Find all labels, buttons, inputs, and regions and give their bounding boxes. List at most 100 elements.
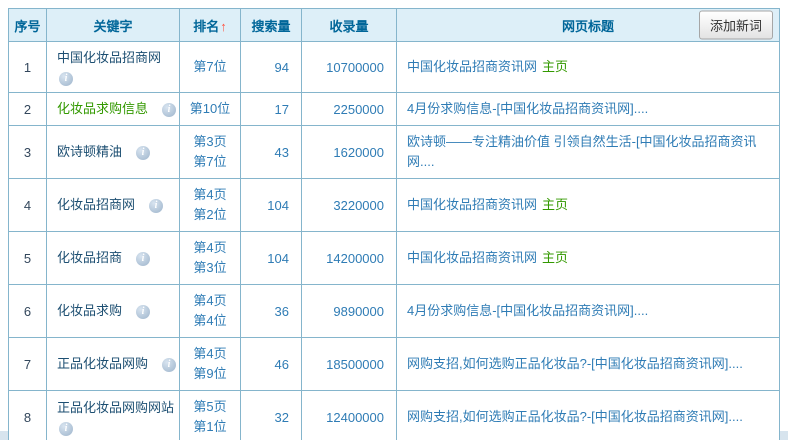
rank-cell: 第3页 第7位 (180, 126, 241, 179)
page-title-link[interactable]: 4月份求购信息-[中国化妆品招商资讯网].... (407, 303, 648, 318)
rank-line-1: 第4页 (180, 185, 240, 205)
sort-ascending-icon[interactable]: ↑ (220, 19, 227, 34)
indexed-count: 1620000 (302, 126, 397, 179)
row-number: 7 (9, 338, 47, 391)
page-title-link[interactable]: 4月份求购信息-[中国化妆品招商资讯网].... (407, 101, 648, 116)
add-keyword-button[interactable]: 添加新词 (699, 11, 773, 40)
row-number: 8 (9, 391, 47, 440)
rank-line-1: 第4页 (180, 344, 240, 364)
info-icon[interactable]: i (149, 199, 163, 213)
info-icon[interactable]: i (162, 103, 176, 117)
indexed-count: 9890000 (302, 285, 397, 338)
title-cell: 中国化妆品招商资讯网主页 (397, 42, 780, 93)
keyword-link[interactable]: 化妆品招商网 (57, 197, 135, 212)
header-col-rank-label: 排名 (193, 19, 219, 34)
search-volume: 32 (241, 391, 302, 440)
info-icon[interactable]: i (162, 358, 176, 372)
indexed-count: 14200000 (302, 232, 397, 285)
info-icon[interactable]: i (59, 422, 73, 436)
header-row: 序号 关键字 排名↑ 搜索量 收录量 网页标题 添加新词 (9, 9, 780, 42)
info-icon[interactable]: i (136, 305, 150, 319)
page-title-link[interactable]: 网购支招,如何选购正品化妆品?-[中国化妆品招商资讯网].... (407, 409, 743, 424)
rank-line-2: 第1位 (180, 417, 240, 437)
table-row: 8 正品化妆品网购网站 i 第5页 第1位 32 12400000 网购支招,如何… (9, 391, 780, 440)
keyword-rank-table: 序号 关键字 排名↑ 搜索量 收录量 网页标题 添加新词 1 中国化妆品招商网i… (8, 8, 780, 440)
keyword-link[interactable]: 化妆品招商 (57, 250, 122, 265)
header-col-keyword: 关键字 (47, 9, 180, 42)
indexed-count: 2250000 (302, 93, 397, 126)
page-title-link[interactable]: 中国化妆品招商资讯网 (407, 250, 537, 265)
title-cell: 4月份求购信息-[中国化妆品招商资讯网].... (397, 285, 780, 338)
keyword-cell: 化妆品求购 i (47, 285, 180, 338)
rank-line-2: 第3位 (180, 258, 240, 278)
table-row: 4 化妆品招商网i 第4页 第2位 104 3220000 中国化妆品招商资讯网… (9, 179, 780, 232)
row-number: 5 (9, 232, 47, 285)
title-cell: 网购支招,如何选购正品化妆品?-[中国化妆品招商资讯网].... (397, 338, 780, 391)
search-volume: 104 (241, 179, 302, 232)
indexed-count: 10700000 (302, 42, 397, 93)
rank-line-1: 第7位 (180, 57, 240, 77)
keyword-link[interactable]: 中国化妆品招商网 (57, 50, 161, 65)
search-volume: 17 (241, 93, 302, 126)
table-row: 7 正品化妆品网购i 第4页 第9位 46 18500000 网购支招,如何选购… (9, 338, 780, 391)
table-body: 1 中国化妆品招商网i 第7位 94 10700000 中国化妆品招商资讯网主页… (9, 42, 780, 440)
header-col-number: 序号 (9, 9, 47, 42)
title-cell: 网购支招,如何选购正品化妆品?-[中国化妆品招商资讯网].... (397, 391, 780, 440)
info-icon[interactable]: i (136, 146, 150, 160)
rank-line-1: 第3页 (180, 132, 240, 152)
search-volume: 43 (241, 126, 302, 179)
rank-line-1: 第4页 (180, 238, 240, 258)
search-volume: 36 (241, 285, 302, 338)
table-row: 6 化妆品求购i 第4页 第4位 36 9890000 4月份求购信息-[中国化… (9, 285, 780, 338)
row-number: 3 (9, 126, 47, 179)
title-cell: 中国化妆品招商资讯网主页 (397, 232, 780, 285)
table-row: 5 化妆品招商 i 第4页 第3位 104 14200000 中国化妆品招商资讯网… (9, 232, 780, 285)
search-volume: 94 (241, 42, 302, 93)
search-volume: 104 (241, 232, 302, 285)
rank-cell: 第10位 (180, 93, 241, 126)
title-cell: 4月份求购信息-[中国化妆品招商资讯网].... (397, 93, 780, 126)
homepage-link[interactable]: 主页 (542, 197, 568, 212)
info-icon[interactable]: i (59, 72, 73, 86)
rank-line-2: 第2位 (180, 205, 240, 225)
keyword-cell: 正品化妆品网购网站 i (47, 391, 180, 440)
keyword-cell: 化妆品招商 i (47, 232, 180, 285)
rank-cell: 第7位 (180, 42, 241, 93)
keyword-cell: 化妆品求购信息 i (47, 93, 180, 126)
keyword-link[interactable]: 化妆品求购 (57, 303, 122, 318)
row-number: 2 (9, 93, 47, 126)
rank-line-1: 第5页 (180, 397, 240, 417)
table-header: 序号 关键字 排名↑ 搜索量 收录量 网页标题 添加新词 (9, 9, 780, 42)
rank-cell: 第4页 第3位 (180, 232, 241, 285)
table-row: 2 化妆品求购信息 i 第10位 17 2250000 4月份求购信息-[中国化妆… (9, 93, 780, 126)
table-row: 3 欧诗顿精油 i 第3页 第7位 43 1620000 欧诗顿——专注精油价值 … (9, 126, 780, 179)
indexed-count: 12400000 (302, 391, 397, 440)
keyword-cell: 正品化妆品网购 i (47, 338, 180, 391)
row-number: 6 (9, 285, 47, 338)
page-title-link[interactable]: 中国化妆品招商资讯网 (407, 59, 537, 74)
page-title-link[interactable]: 网购支招,如何选购正品化妆品?-[中国化妆品招商资讯网].... (407, 356, 743, 371)
indexed-count: 18500000 (302, 338, 397, 391)
header-col-rank[interactable]: 排名↑ (180, 9, 241, 42)
rank-line-1: 第4页 (180, 291, 240, 311)
page-title-link[interactable]: 欧诗顿——专注精油价值 引领自然生活-[中国化妆品招商资讯网.... (407, 134, 757, 169)
keyword-cell: 化妆品招商网 i (47, 179, 180, 232)
rank-cell: 第5页 第1位 (180, 391, 241, 440)
rank-line-1: 第10位 (180, 99, 240, 119)
homepage-link[interactable]: 主页 (542, 59, 568, 74)
header-col-page-title-label: 网页标题 (562, 19, 614, 34)
keyword-link[interactable]: 正品化妆品网购网站 (57, 400, 174, 415)
keyword-link[interactable]: 化妆品求购信息 (57, 101, 148, 116)
homepage-link[interactable]: 主页 (542, 250, 568, 265)
rank-cell: 第4页 第2位 (180, 179, 241, 232)
keyword-cell: 中国化妆品招商网 i (47, 42, 180, 93)
page-title-link[interactable]: 中国化妆品招商资讯网 (407, 197, 537, 212)
rank-line-2: 第9位 (180, 364, 240, 384)
header-col-indexed-count: 收录量 (302, 9, 397, 42)
rank-line-2: 第7位 (180, 152, 240, 172)
keyword-link[interactable]: 正品化妆品网购 (57, 356, 148, 371)
keyword-link[interactable]: 欧诗顿精油 (57, 144, 122, 159)
header-col-search-volume: 搜索量 (241, 9, 302, 42)
info-icon[interactable]: i (136, 252, 150, 266)
title-cell: 欧诗顿——专注精油价值 引领自然生活-[中国化妆品招商资讯网.... (397, 126, 780, 179)
